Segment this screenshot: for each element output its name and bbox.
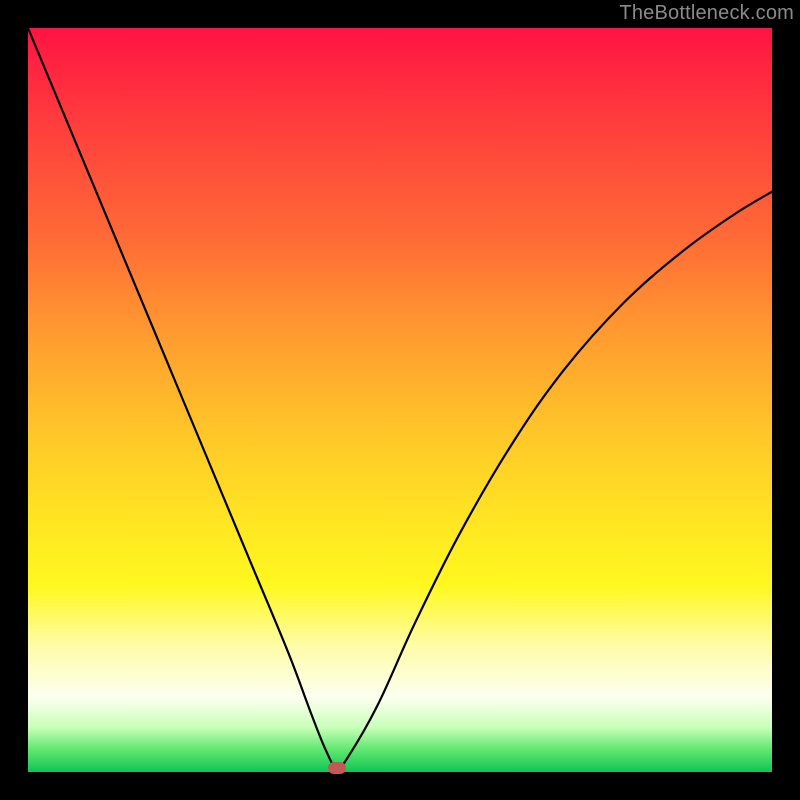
- optimal-point-marker: [328, 762, 346, 774]
- bottleneck-curve: [28, 28, 772, 772]
- plot-area: [28, 28, 772, 772]
- chart-frame: TheBottleneck.com: [0, 0, 800, 800]
- watermark-text: TheBottleneck.com: [619, 2, 794, 25]
